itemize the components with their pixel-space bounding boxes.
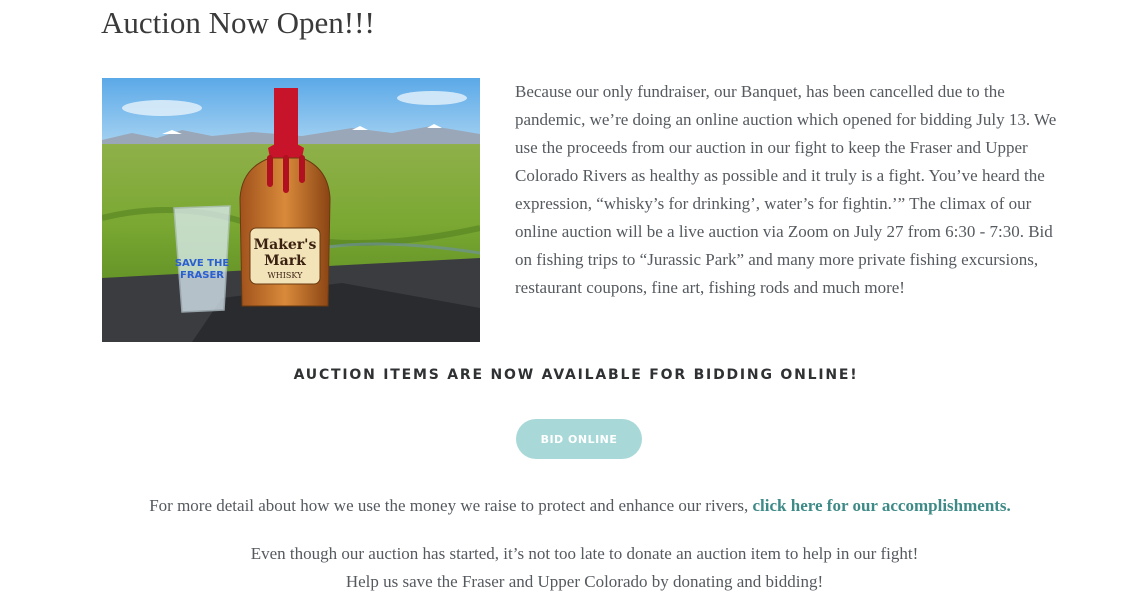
intro-paragraph: Because our only fundraiser, our Banquet… [515,82,1057,297]
closing-line2: Help us save the Fraser and Upper Colora… [345,572,824,591]
bottle-label-line3: WHISKY [268,271,304,280]
accomplishments-link[interactable]: click here for our accomplishments. [753,496,1011,515]
bottle-label-line1: Maker's [254,237,317,253]
page-title: Auction Now Open!!! [101,5,375,40]
glass-text-line1: SAVE THE [175,258,230,269]
auction-announcement: AUCTION ITEMS ARE NOW AVAILABLE FOR BIDD… [293,367,859,383]
closing-paragraph: Even though our auction has started, it’… [0,540,1122,596]
bottle-label-line2: Mark [264,253,306,269]
auction-photo: SAVE THE FRASER Maker's Mark WHISKY [102,78,480,342]
more-detail-text: For more detail about how we use the mon… [149,496,753,515]
more-detail-paragraph: For more detail about how we use the mon… [0,494,1122,518]
bid-online-button[interactable]: BID ONLINE [516,419,642,459]
glass-text-line2: FRASER [180,270,224,281]
closing-line1: Even though our auction has started, it’… [250,544,919,563]
